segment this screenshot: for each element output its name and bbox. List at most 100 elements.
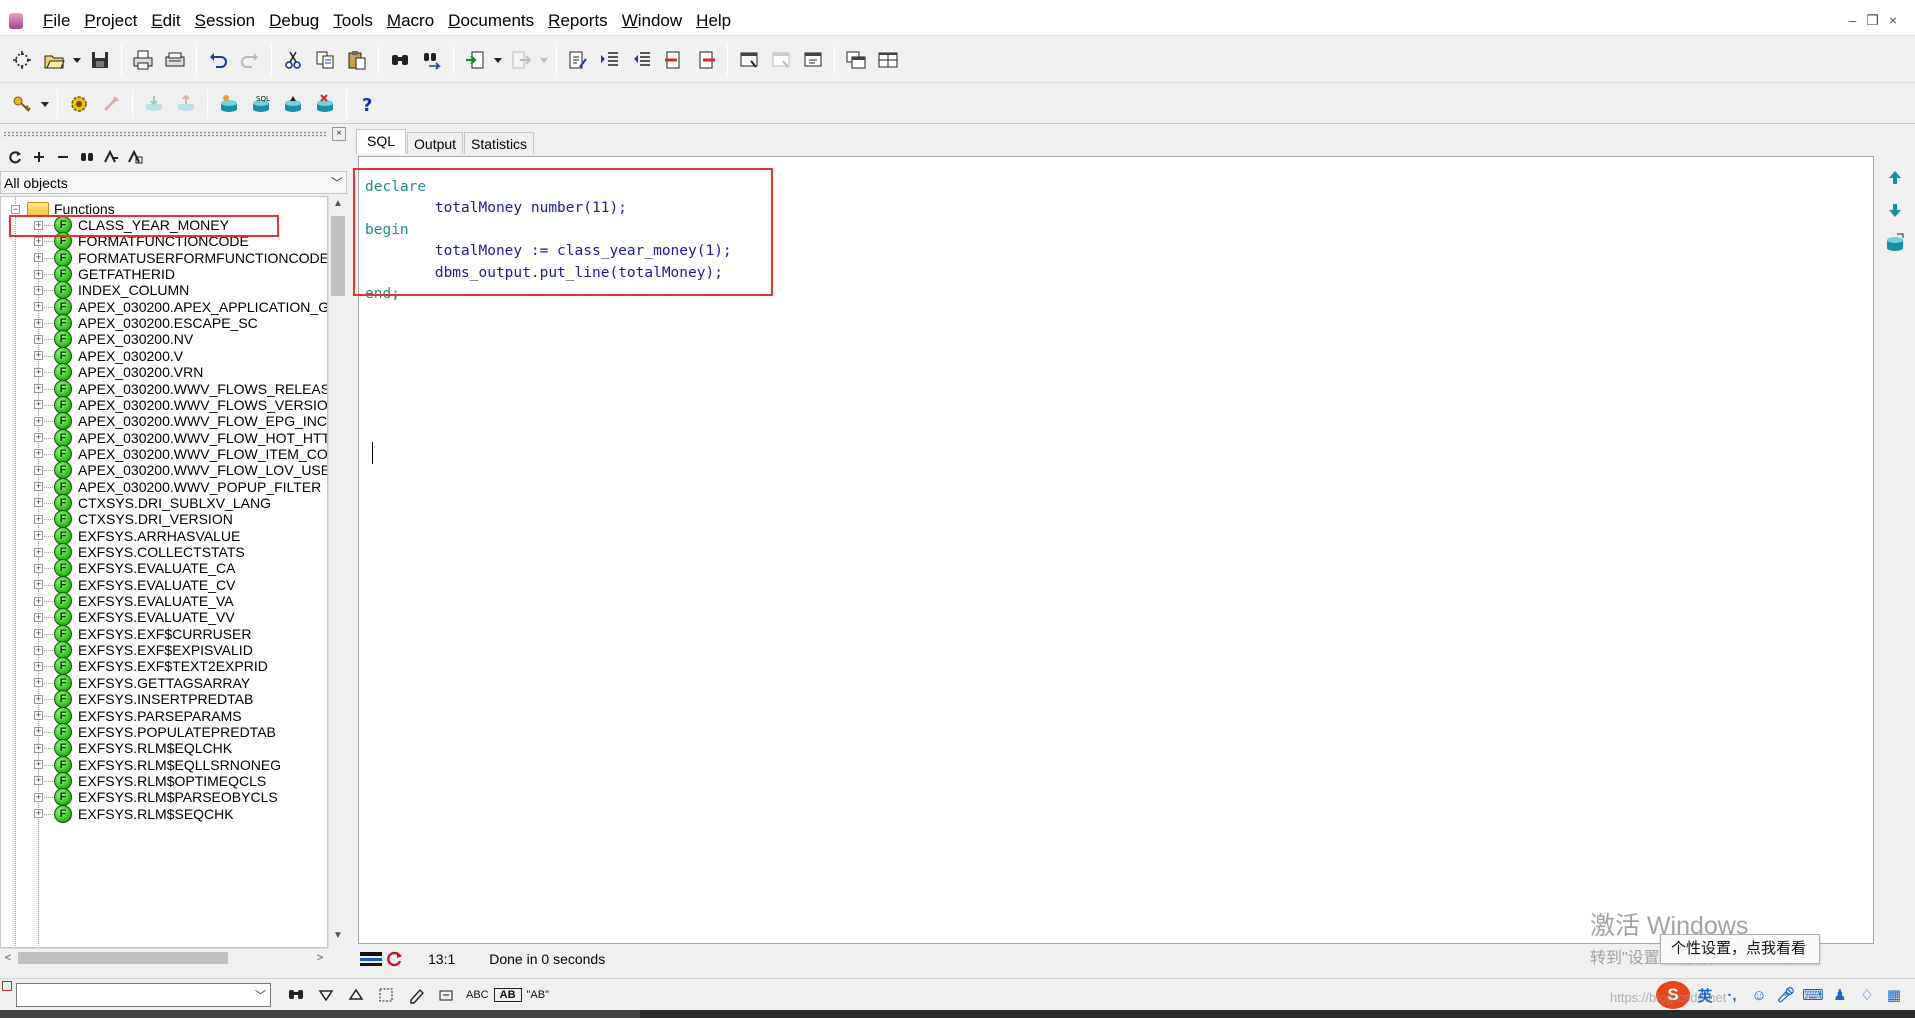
expand-node-icon[interactable]: + xyxy=(34,433,43,443)
panel-grip[interactable] xyxy=(0,126,350,142)
expand-node-icon[interactable]: + xyxy=(34,400,43,410)
new-icon[interactable] xyxy=(6,44,38,76)
tile-icon[interactable] xyxy=(872,44,904,76)
ime-voice-icon[interactable]: 🎤︎ xyxy=(1774,983,1798,1007)
open-dropdown-icon[interactable] xyxy=(70,44,84,76)
open-icon[interactable] xyxy=(38,44,70,76)
tab-sql[interactable]: SQL xyxy=(356,129,407,154)
window-menu-icon[interactable] xyxy=(2,981,12,991)
execute-icon[interactable] xyxy=(63,88,95,120)
menu-window[interactable]: Window xyxy=(615,6,689,36)
uppercase-icon[interactable] xyxy=(658,44,690,76)
collapse-node-icon[interactable]: − xyxy=(11,204,20,214)
expand-node-icon[interactable]: + xyxy=(34,661,43,671)
menu-documents[interactable]: Documents xyxy=(441,6,541,36)
expand-node-icon[interactable]: + xyxy=(34,384,43,393)
ime-skin-icon[interactable]: ♢ xyxy=(1855,983,1879,1007)
find-icon[interactable] xyxy=(281,981,311,1009)
expand-node-icon[interactable]: + xyxy=(34,253,43,263)
restore-icon[interactable]: ❐ xyxy=(1866,12,1879,29)
expand-node-icon[interactable]: + xyxy=(34,269,43,279)
tree-item[interactable]: + F EXFSYS.RLM$SEQCHK xyxy=(1,804,327,824)
tab-output[interactable]: Output xyxy=(407,132,464,154)
expand-node-icon[interactable]: + xyxy=(34,482,43,492)
menu-reports[interactable]: Reports xyxy=(541,6,615,36)
ime-emoji-icon[interactable]: ☺ xyxy=(1747,983,1771,1007)
ime-grid-icon[interactable]: ▦ xyxy=(1882,983,1906,1007)
print-setup-icon[interactable] xyxy=(159,44,191,76)
find-combo[interactable]: ﹀ xyxy=(16,982,271,1007)
refresh-red-icon[interactable] xyxy=(384,950,406,968)
ime-user-icon[interactable]: ♟ xyxy=(1828,983,1852,1007)
expand-node-icon[interactable]: + xyxy=(34,236,43,246)
import-icon[interactable] xyxy=(459,44,491,76)
expand-node-icon[interactable]: + xyxy=(34,285,43,295)
expand-node-icon[interactable]: + xyxy=(34,580,43,590)
expand-node-icon[interactable]: + xyxy=(34,629,43,639)
panel-close-icon[interactable]: × xyxy=(332,127,346,141)
expand-node-icon[interactable]: + xyxy=(34,547,43,557)
menu-help[interactable]: Help xyxy=(689,6,738,36)
expand-node-icon[interactable]: + xyxy=(34,367,43,377)
scroll-thumb[interactable] xyxy=(331,216,345,296)
collapse-icon[interactable] xyxy=(52,146,74,168)
expand-node-icon[interactable]: + xyxy=(34,596,43,606)
whole-word-toggle[interactable]: AB xyxy=(493,987,522,1002)
expand-node-icon[interactable]: + xyxy=(34,449,43,459)
expand-node-icon[interactable]: + xyxy=(34,760,43,770)
scroll-left-icon[interactable]: < xyxy=(0,949,16,967)
logoff-icon[interactable] xyxy=(309,88,341,120)
expand-node-icon[interactable]: + xyxy=(34,612,43,622)
expand-node-icon[interactable]: + xyxy=(34,465,43,475)
case-sensitive-toggle[interactable]: ABC xyxy=(461,989,494,1001)
tree-horizontal-scrollbar[interactable]: < > xyxy=(0,948,328,966)
chevron-down-icon[interactable]: ﹀ xyxy=(328,174,346,191)
expand-node-icon[interactable]: + xyxy=(34,416,43,426)
lowercase-icon[interactable] xyxy=(690,44,722,76)
key-icon[interactable] xyxy=(6,88,38,120)
expand-node-icon[interactable]: + xyxy=(34,302,43,312)
expand-node-icon[interactable]: + xyxy=(34,743,43,753)
arrow-up-icon[interactable] xyxy=(1880,162,1910,194)
window-tools-icon[interactable] xyxy=(797,44,829,76)
indent-icon[interactable] xyxy=(594,44,626,76)
scroll-right-icon[interactable]: > xyxy=(312,949,328,967)
find-previous-icon[interactable] xyxy=(341,981,371,1009)
menu-tools[interactable]: Tools xyxy=(326,6,380,36)
menu-file[interactable]: File xyxy=(36,6,77,36)
window-list-icon[interactable] xyxy=(733,44,765,76)
menu-debug[interactable]: Debug xyxy=(262,6,326,36)
paste-icon[interactable] xyxy=(341,44,373,76)
scroll-thumb[interactable] xyxy=(18,952,228,964)
close-icon[interactable]: × xyxy=(1889,12,1897,29)
expand-node-icon[interactable]: + xyxy=(34,334,43,344)
expand-node-icon[interactable]: + xyxy=(34,531,43,541)
cut-icon[interactable] xyxy=(277,44,309,76)
filter-icon[interactable] xyxy=(100,146,122,168)
menu-macro[interactable]: Macro xyxy=(380,6,441,36)
filter-edit-icon[interactable] xyxy=(124,146,146,168)
expand-node-icon[interactable]: + xyxy=(34,514,43,524)
scroll-down-icon[interactable]: ▼ xyxy=(329,930,347,946)
ime-tooltip[interactable]: 个性设置，点我看看 xyxy=(1660,934,1820,964)
scroll-up-icon[interactable]: ▲ xyxy=(329,198,347,214)
quoted-toggle[interactable]: "AB" xyxy=(522,989,554,1001)
import-dropdown-icon[interactable] xyxy=(491,44,505,76)
menu-session[interactable]: Session xyxy=(188,6,262,36)
print-icon[interactable] xyxy=(127,44,159,76)
expand-node-icon[interactable]: + xyxy=(34,498,43,508)
save-icon[interactable] xyxy=(84,44,116,76)
find-icon[interactable] xyxy=(384,44,416,76)
undo-icon[interactable] xyxy=(202,44,234,76)
sql-db-icon[interactable] xyxy=(213,88,245,120)
find-object-icon[interactable] xyxy=(76,146,98,168)
key-dropdown-icon[interactable] xyxy=(38,88,52,120)
explain-icon[interactable] xyxy=(277,88,309,120)
menu-edit[interactable]: Edit xyxy=(144,6,187,36)
match-whole-icon[interactable] xyxy=(431,981,461,1009)
clear-highlight-icon[interactable] xyxy=(401,981,431,1009)
expand-node-icon[interactable]: + xyxy=(34,318,43,328)
help-icon[interactable]: ? xyxy=(352,88,384,120)
expand-node-icon[interactable]: + xyxy=(34,694,43,704)
cascade-icon[interactable] xyxy=(840,44,872,76)
